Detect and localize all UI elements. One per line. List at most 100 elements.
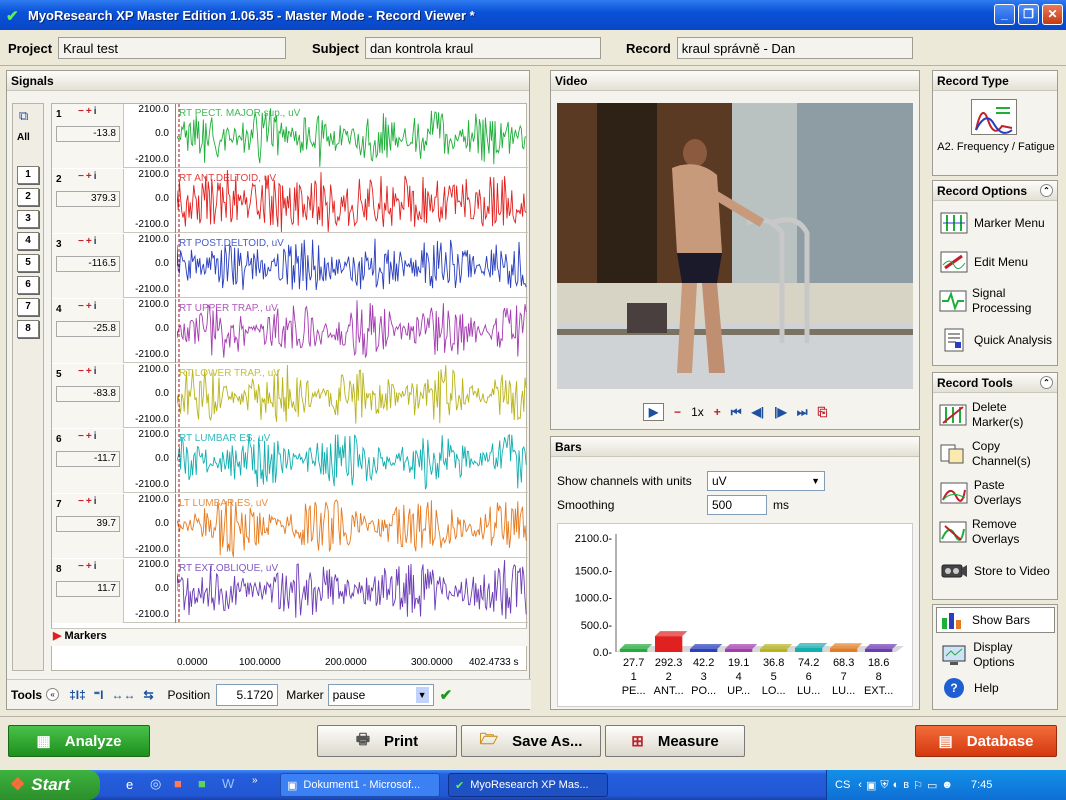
snapshot-icon[interactable]: ⎘: [818, 405, 828, 420]
volume-icon[interactable]: ◐: [893, 779, 900, 791]
channel-button-5[interactable]: 5: [17, 254, 39, 272]
remove-overlays-item[interactable]: Remove Overlays: [939, 514, 1055, 550]
channel-info-icon[interactable]: i: [94, 236, 99, 247]
measure-button[interactable]: ⊞ Measure: [605, 725, 745, 757]
channel-button-6[interactable]: 6: [17, 276, 39, 294]
channel-zoom-in-icon[interactable]: +: [86, 171, 94, 182]
word-icon[interactable]: W: [222, 776, 234, 791]
channel-waveform[interactable]: RT PECT. MAJOR sup., uV: [176, 104, 527, 168]
channel-waveform[interactable]: RT LUMBAR ES, uV: [176, 429, 527, 493]
channel-zoom-in-icon[interactable]: +: [86, 236, 94, 247]
channel-button-8[interactable]: 8: [17, 320, 39, 338]
store-to-video-item[interactable]: Store to Video: [939, 553, 1055, 589]
channel-zoom-out-icon[interactable]: −: [78, 106, 86, 117]
close-button[interactable]: ✕: [1042, 4, 1063, 25]
collapse-tools-icon[interactable]: «: [46, 688, 60, 701]
channel-info-icon[interactable]: i: [94, 106, 99, 117]
play-icon[interactable]: ▶: [642, 403, 665, 421]
channel-zoom-in-icon[interactable]: +: [86, 366, 94, 377]
markers-row[interactable]: ▶ Markers: [51, 628, 527, 646]
layers-icon[interactable]: ⧉: [19, 108, 37, 124]
channel-button-1[interactable]: 1: [17, 166, 39, 184]
start-button[interactable]: ❖ Start: [0, 770, 100, 800]
channel-zoom-in-icon[interactable]: +: [86, 301, 94, 312]
excel-icon[interactable]: ■: [198, 776, 206, 791]
channel-row-1[interactable]: 1 −+i -13.8 2100.0 0.0 -2100.0 RT PECT. MAJOR …: [52, 104, 528, 168]
channel-row-6[interactable]: 6 −+i -11.7 2100.0 0.0 -2100.0 RT LUMBAR ES, u…: [52, 429, 528, 493]
collapse-icon[interactable]: ⌃: [1040, 184, 1053, 197]
channel-button-4[interactable]: 4: [17, 232, 39, 250]
zoom-horizontal-icon[interactable]: ↔↔: [111, 688, 135, 702]
channel-button-3[interactable]: 3: [17, 210, 39, 228]
analyze-button[interactable]: ▦ Analyze: [8, 725, 150, 757]
explorer-icon[interactable]: ◎: [150, 776, 161, 792]
more-icon[interactable]: »: [252, 775, 258, 786]
channel-info-icon[interactable]: i: [94, 496, 99, 507]
signal-processing-item[interactable]: Signal Processing: [939, 283, 1055, 319]
speed-plus-icon[interactable]: +: [714, 405, 721, 419]
save-as-button[interactable]: 🗁 Save As...: [461, 725, 601, 757]
paste-overlays-item[interactable]: Paste Overlays: [939, 475, 1055, 511]
display-options-item[interactable]: Display Options: [939, 637, 1055, 673]
channel-button-2[interactable]: 2: [17, 188, 39, 206]
channel-zoom-out-icon[interactable]: −: [78, 171, 86, 182]
task-dokument1[interactable]: ▣ Dokument1 - Microsof...: [280, 773, 440, 797]
bluetooth-icon[interactable]: ʙ: [903, 779, 909, 791]
security-icon[interactable]: ⚐: [913, 779, 923, 792]
channel-zoom-out-icon[interactable]: −: [78, 301, 86, 312]
channel-waveform[interactable]: RT UPPER TRAP., uV: [176, 299, 527, 363]
language-indicator[interactable]: CS: [835, 779, 850, 791]
browser-icon[interactable]: e: [126, 777, 133, 792]
tray-arrow-icon[interactable]: ‹: [858, 779, 862, 791]
help-item[interactable]: ? Help: [939, 673, 1055, 703]
next-frame-icon[interactable]: |▶: [774, 405, 787, 419]
edit-menu-item[interactable]: Edit Menu: [939, 244, 1055, 280]
channel-zoom-out-icon[interactable]: −: [78, 366, 86, 377]
channel-waveform[interactable]: RT ANT.DELTOID, uV: [176, 169, 527, 233]
collapse-icon[interactable]: ⌃: [1040, 376, 1053, 389]
network-icon[interactable]: ▣: [866, 779, 876, 792]
channel-zoom-in-icon[interactable]: +: [86, 106, 94, 117]
show-bars-item[interactable]: Show Bars: [936, 607, 1055, 633]
channel-zoom-in-icon[interactable]: +: [86, 561, 94, 572]
channel-zoom-out-icon[interactable]: −: [78, 431, 86, 442]
channel-zoom-out-icon[interactable]: −: [78, 236, 86, 247]
channel-zoom-in-icon[interactable]: +: [86, 496, 94, 507]
channel-row-8[interactable]: 8 −+i 11.7 2100.0 0.0 -2100.0 RT EXT.OBLIQUE, …: [52, 559, 528, 623]
channel-waveform[interactable]: LT LUMBAR ES, uV: [176, 494, 527, 558]
fit-horizontal-icon[interactable]: ⇆: [143, 688, 153, 702]
last-frame-icon[interactable]: ⏭: [797, 405, 808, 420]
shield-icon[interactable]: ⛨: [880, 779, 888, 792]
channel-row-4[interactable]: 4 −+i -25.8 2100.0 0.0 -2100.0 RT UPPER TRAP.,…: [52, 299, 528, 363]
check-icon[interactable]: ✔: [440, 686, 453, 704]
first-frame-icon[interactable]: ⏮: [731, 405, 742, 420]
chevron-down-icon[interactable]: ▼: [415, 686, 429, 703]
channel-row-2[interactable]: 2 −+i 379.3 2100.0 0.0 -2100.0 RT ANT.DELTOID,…: [52, 169, 528, 233]
maximize-button[interactable]: ❐: [1018, 4, 1039, 25]
zoom-vertical-icon[interactable]: ‡I‡: [69, 688, 86, 702]
expand-markers-icon[interactable]: ▶: [53, 630, 61, 642]
marker-menu-item[interactable]: Marker Menu: [939, 205, 1055, 241]
chevron-down-icon[interactable]: ▼: [811, 474, 820, 488]
copy-channels-item[interactable]: Copy Channel(s): [939, 436, 1055, 472]
channel-info-icon[interactable]: i: [94, 301, 99, 312]
fit-vertical-icon[interactable]: ⁼I: [94, 688, 104, 702]
print-button[interactable]: 🖶 Print: [317, 725, 457, 757]
monitor-icon[interactable]: ▭: [927, 779, 937, 792]
channel-waveform[interactable]: RT EXT.OBLIQUE, uV: [176, 559, 527, 623]
task-myoresearch[interactable]: ✔ MyoResearch XP Mas...: [448, 773, 608, 797]
minimize-button[interactable]: _: [994, 4, 1015, 25]
channel-row-7[interactable]: 7 −+i 39.7 2100.0 0.0 -2100.0 LT LUMBAR ES, uV: [52, 494, 528, 558]
channel-zoom-out-icon[interactable]: −: [78, 561, 86, 572]
channel-zoom-in-icon[interactable]: +: [86, 431, 94, 442]
channel-row-5[interactable]: 5 −+i -83.8 2100.0 0.0 -2100.0 RT LOWER TRAP.,…: [52, 364, 528, 428]
channel-row-3[interactable]: 3 −+i -116.5 2100.0 0.0 -2100.0 RT POST.DELTOI…: [52, 234, 528, 298]
database-button[interactable]: ▤ Database: [915, 725, 1057, 757]
position-input[interactable]: 5.1720: [216, 683, 279, 706]
channel-info-icon[interactable]: i: [94, 171, 99, 182]
quick-analysis-item[interactable]: Quick Analysis: [939, 322, 1055, 358]
units-select[interactable]: uV ▼: [707, 471, 825, 491]
channel-waveform[interactable]: RT POST.DELTOID, uV: [176, 234, 527, 298]
channel-button-7[interactable]: 7: [17, 298, 39, 316]
channel-zoom-out-icon[interactable]: −: [78, 496, 86, 507]
